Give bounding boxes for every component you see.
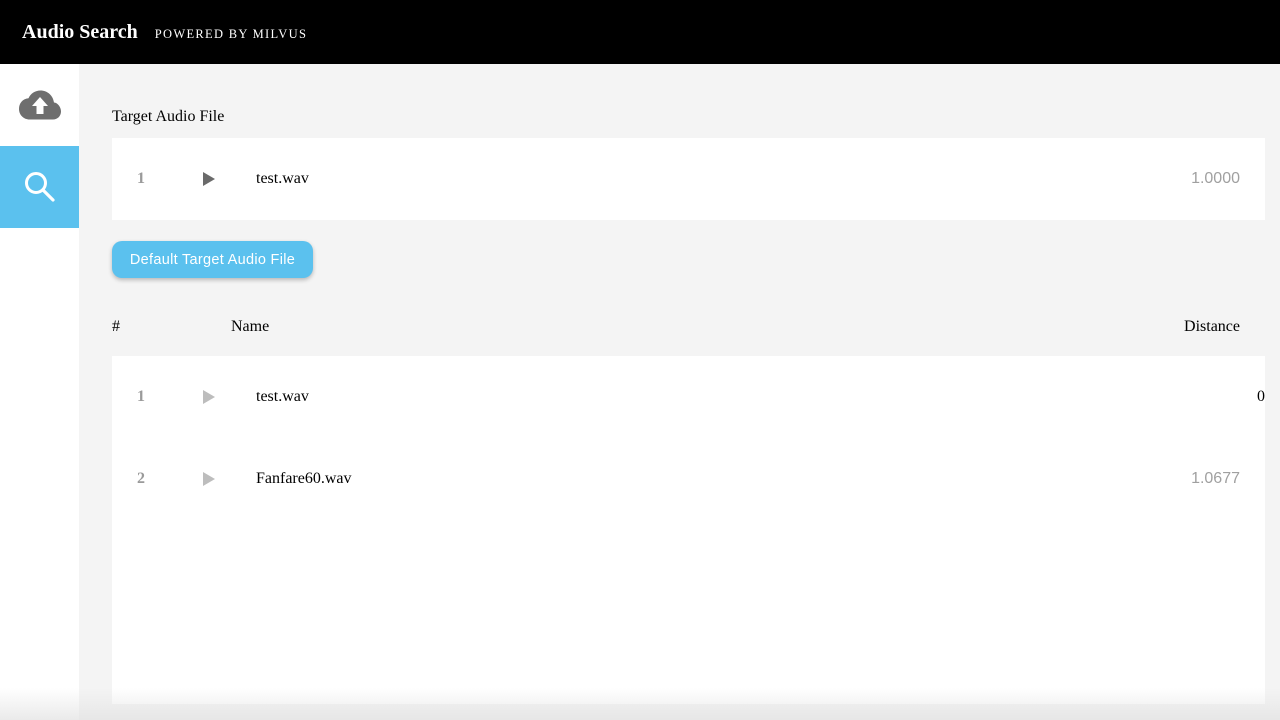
- column-header-name: Name: [231, 318, 270, 335]
- results-list: 1 test.wav 0 2 Fanfare60.wav 1.0677: [112, 356, 1265, 704]
- sidebar-item-upload[interactable]: [0, 64, 79, 146]
- play-icon: [203, 172, 215, 186]
- column-header-index: #: [112, 318, 120, 335]
- distance-value: 1.0000: [1191, 170, 1240, 187]
- play-icon: [203, 472, 215, 486]
- app-title: Audio Search: [22, 20, 138, 43]
- play-button[interactable]: [202, 138, 216, 220]
- file-name: Fanfare60.wav: [256, 470, 352, 487]
- play-icon: [203, 390, 215, 404]
- distance-value: 0: [1257, 388, 1265, 405]
- default-target-audio-button[interactable]: Default Target Audio File: [112, 241, 313, 278]
- result-row: 2 Fanfare60.wav 1.0677: [112, 438, 1265, 520]
- row-index: 1: [137, 170, 145, 187]
- top-bar: Audio Search POWERED BY MILVUS: [0, 0, 1280, 64]
- distance-value: 1.0677: [1191, 470, 1240, 487]
- row-index: 1: [137, 388, 145, 405]
- sidebar-item-search[interactable]: [0, 146, 79, 228]
- play-button[interactable]: [202, 356, 216, 438]
- play-button[interactable]: [202, 438, 216, 520]
- app-subtitle: POWERED BY MILVUS: [154, 26, 308, 41]
- row-index: 2: [137, 470, 145, 487]
- target-audio-row: 1 test.wav 1.0000: [112, 138, 1265, 220]
- file-name: test.wav: [256, 170, 309, 187]
- cloud-upload-icon: [18, 90, 61, 120]
- results-header: # Name Distance: [112, 318, 1265, 338]
- result-row: 1 test.wav 0: [112, 356, 1265, 438]
- column-header-distance: Distance: [1184, 318, 1240, 335]
- target-audio-label: Target Audio File: [112, 108, 225, 125]
- sidebar: [0, 64, 79, 720]
- main-content: Target Audio File 1 test.wav 1.0000 Defa…: [79, 64, 1280, 720]
- target-audio-card: 1 test.wav 1.0000: [112, 138, 1265, 220]
- search-icon: [24, 172, 55, 202]
- file-name: test.wav: [256, 388, 309, 405]
